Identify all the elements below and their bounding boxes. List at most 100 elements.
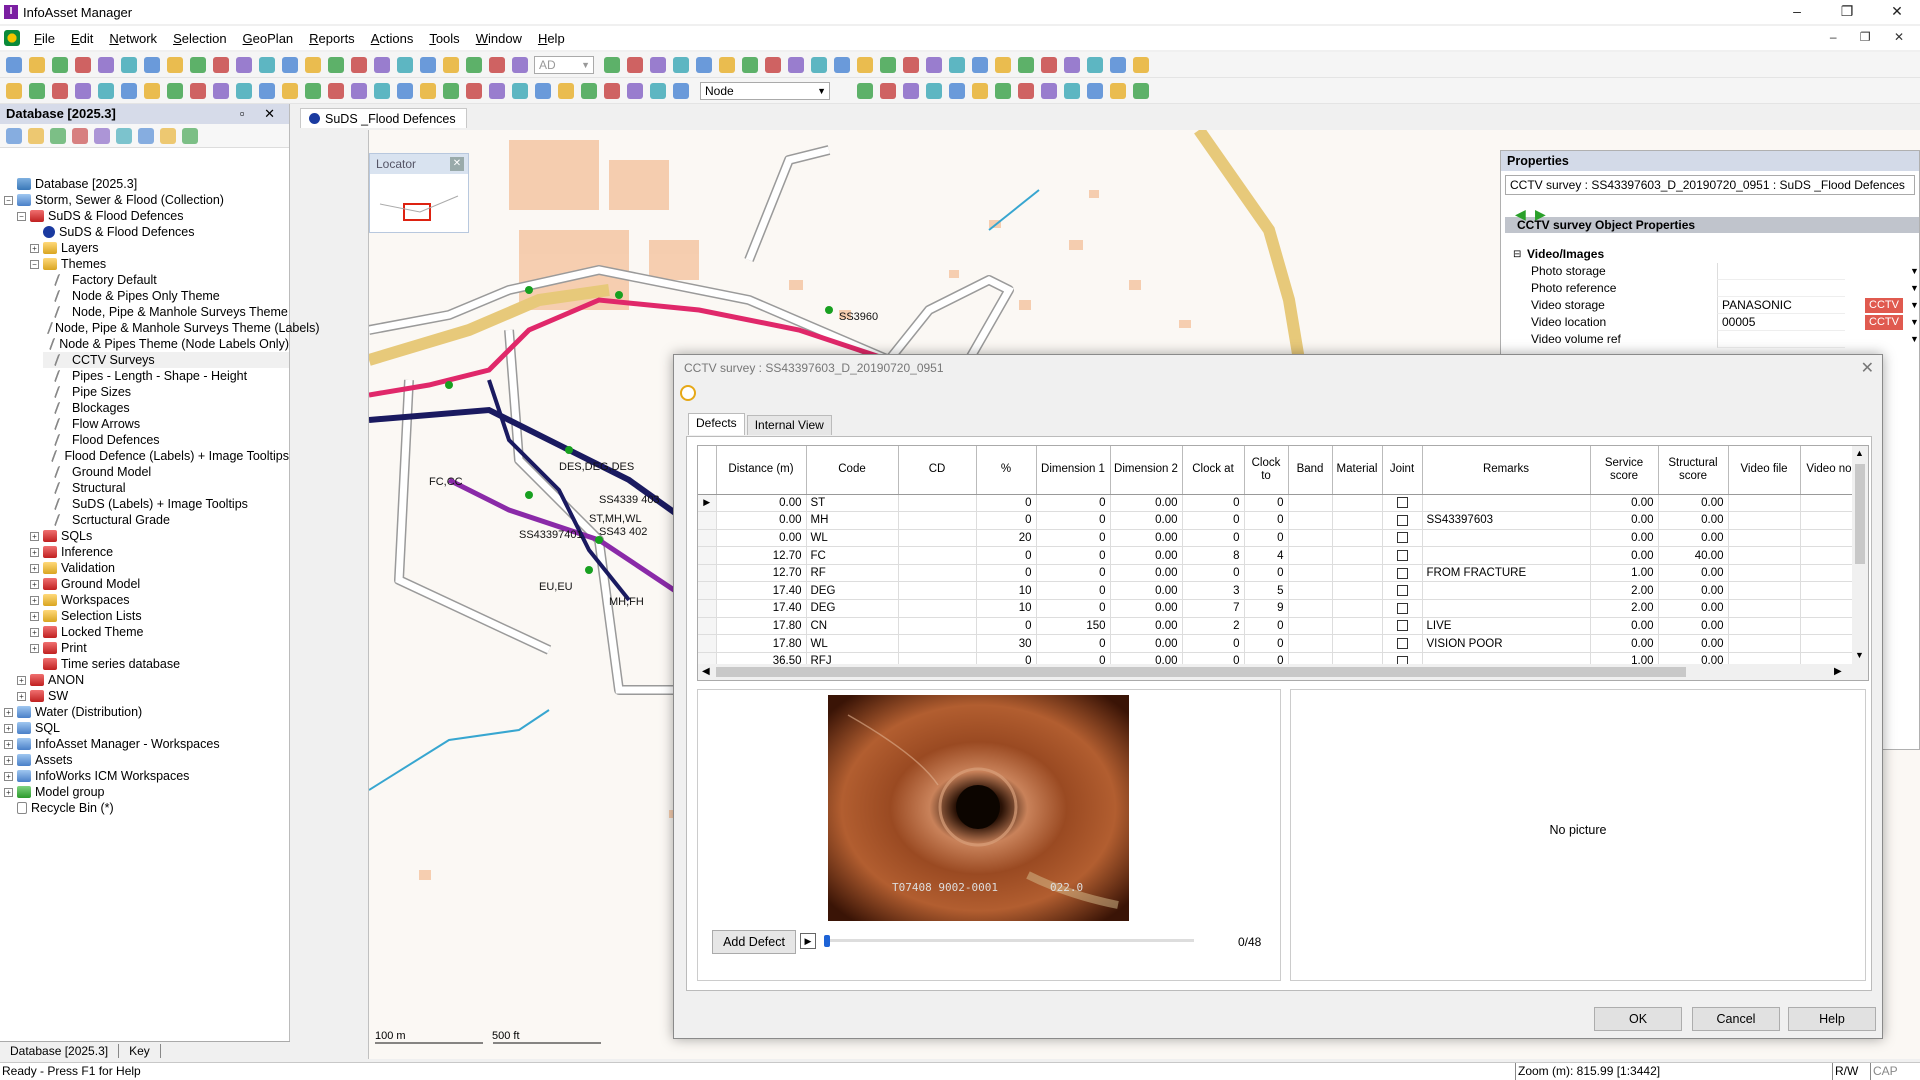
table-cell[interactable]: 0.00 xyxy=(716,529,807,548)
toolbar-button-icon[interactable] xyxy=(811,57,827,73)
toolbar-button-icon[interactable] xyxy=(282,57,298,73)
tree-item[interactable]: + Ground Model xyxy=(30,576,289,592)
table-cell[interactable]: 0.00 xyxy=(1590,617,1659,636)
table-cell[interactable]: FC xyxy=(806,546,899,565)
database-toolbar-icon[interactable] xyxy=(72,128,88,144)
toolbar-button-icon[interactable] xyxy=(144,83,160,99)
toolbar-button-icon[interactable] xyxy=(604,83,620,99)
tree-item[interactable]: Ground Model xyxy=(43,464,289,480)
table-cell[interactable]: 0.00 xyxy=(1590,634,1659,653)
tree-item[interactable]: Pipes - Length - Shape - Height xyxy=(43,368,289,384)
table-cell[interactable] xyxy=(1422,529,1591,548)
expand-icon[interactable]: + xyxy=(4,771,13,781)
menu-tools[interactable]: Tools xyxy=(421,31,467,46)
table-cell[interactable] xyxy=(898,599,977,618)
toolbar-button-icon[interactable] xyxy=(650,83,666,99)
table-cell[interactable] xyxy=(1382,581,1423,601)
table-cell[interactable] xyxy=(1288,546,1333,565)
tree-item[interactable]: Node & Pipes Theme (Node Labels Only) xyxy=(43,336,289,352)
table-cell[interactable]: 20 xyxy=(976,529,1037,548)
table-cell[interactable] xyxy=(898,546,977,565)
joint-checkbox[interactable] xyxy=(1396,620,1408,632)
chevron-up-icon[interactable]: ▲ xyxy=(1855,448,1864,458)
toolbar-button-icon[interactable] xyxy=(167,83,183,99)
property-value[interactable] xyxy=(1717,280,1845,297)
table-cell[interactable]: WL xyxy=(806,529,899,548)
horizontal-scrollbar[interactable]: ◀ ▶ xyxy=(698,664,1868,680)
toolbar-button-icon[interactable] xyxy=(926,57,942,73)
table-cell[interactable]: DEG xyxy=(806,599,899,618)
expand-icon[interactable]: + xyxy=(30,563,39,573)
table-cell[interactable] xyxy=(1332,529,1383,548)
table-cell[interactable]: 10 xyxy=(976,581,1037,601)
table-cell[interactable] xyxy=(1332,634,1383,653)
close-button[interactable]: ✕ xyxy=(1874,0,1920,24)
toolbar-button-icon[interactable] xyxy=(581,83,597,99)
joint-checkbox[interactable] xyxy=(1396,585,1408,597)
table-cell[interactable]: 0 xyxy=(976,564,1037,583)
table-cell[interactable] xyxy=(1422,581,1591,601)
table-cell[interactable] xyxy=(898,494,977,513)
toolbar-button-icon[interactable] xyxy=(949,57,965,73)
expand-icon[interactable]: + xyxy=(4,707,13,717)
table-cell[interactable]: FROM FRACTURE xyxy=(1422,564,1591,583)
table-row[interactable]: 17.80 CN 0 150 0.00 2 0 LIVE 0.00 0.00 xyxy=(698,617,1859,636)
property-value[interactable] xyxy=(1717,263,1845,280)
menu-geoplan[interactable]: GeoPlan xyxy=(235,31,302,46)
table-cell[interactable] xyxy=(898,634,977,653)
tree-item[interactable]: Factory Default xyxy=(43,272,289,288)
tab-database[interactable]: Database [2025.3] xyxy=(0,1043,120,1058)
toolbar-button-icon[interactable] xyxy=(719,57,735,73)
toolbar-button-icon[interactable] xyxy=(144,57,160,73)
table-cell[interactable]: 30 xyxy=(976,634,1037,653)
table-cell[interactable] xyxy=(1382,546,1423,565)
table-cell[interactable]: 4 xyxy=(1244,546,1289,565)
table-cell[interactable]: 17.80 xyxy=(716,617,807,636)
toolbar-button-icon[interactable] xyxy=(1087,57,1103,73)
toolbar-button-icon[interactable] xyxy=(98,57,114,73)
toolbar-button-icon[interactable] xyxy=(995,83,1011,99)
table-cell[interactable] xyxy=(1800,564,1859,583)
database-toolbar-icon[interactable] xyxy=(28,128,44,144)
joint-checkbox[interactable] xyxy=(1396,567,1408,579)
tree-item[interactable]: − SuDS & Flood Defences xyxy=(17,208,289,224)
table-cell[interactable]: 0.00 xyxy=(1590,511,1659,530)
expand-icon[interactable]: + xyxy=(30,611,39,621)
column-header[interactable]: Service score xyxy=(1590,446,1659,495)
toolbar-button-icon[interactable] xyxy=(627,83,643,99)
tree-item[interactable]: + Assets xyxy=(4,752,289,768)
database-toolbar-icon[interactable] xyxy=(160,128,176,144)
table-cell[interactable]: 17.80 xyxy=(716,634,807,653)
table-cell[interactable]: 0 xyxy=(1244,634,1289,653)
table-cell[interactable]: 0 xyxy=(1036,529,1111,548)
table-cell[interactable]: 0 xyxy=(1244,494,1289,513)
table-cell[interactable]: 0 xyxy=(1036,511,1111,530)
table-cell[interactable] xyxy=(1288,617,1333,636)
tree-item[interactable]: + Selection Lists xyxy=(30,608,289,624)
tree-item[interactable]: SuDS & Flood Defences xyxy=(30,224,289,240)
menu-file[interactable]: File xyxy=(26,31,63,46)
toolbar-button-icon[interactable] xyxy=(420,83,436,99)
toolbar-button-icon[interactable] xyxy=(420,57,436,73)
toolbar-button-icon[interactable] xyxy=(512,57,528,73)
toolbar-button-icon[interactable] xyxy=(857,57,873,73)
toolbar-button-icon[interactable] xyxy=(351,83,367,99)
table-row[interactable]: ▶ 0.00 ST 0 0 0.00 0 0 0.00 0.00 xyxy=(698,494,1859,513)
table-cell[interactable] xyxy=(898,511,977,530)
tab-key[interactable]: Key xyxy=(119,1043,161,1058)
table-cell[interactable] xyxy=(1728,529,1801,548)
table-row[interactable]: 17.80 WL 30 0 0.00 0 0 VISION POOR 0.00 0.00 xyxy=(698,634,1859,653)
locator-window[interactable]: Locator ✕ xyxy=(369,153,469,233)
table-cell[interactable]: 0 xyxy=(976,546,1037,565)
column-header[interactable]: Video file xyxy=(1728,446,1801,495)
refresh-icon[interactable] xyxy=(680,385,696,401)
row-selector[interactable] xyxy=(698,564,717,583)
toolbar-button-icon[interactable] xyxy=(1064,83,1080,99)
table-cell[interactable] xyxy=(1382,494,1423,513)
table-cell[interactable]: 0.00 xyxy=(1658,529,1729,548)
tree-item[interactable]: Structural xyxy=(43,480,289,496)
toolbar-button-icon[interactable] xyxy=(466,57,482,73)
table-cell[interactable] xyxy=(1288,511,1333,530)
table-cell[interactable] xyxy=(1800,529,1859,548)
table-cell[interactable] xyxy=(1332,511,1383,530)
